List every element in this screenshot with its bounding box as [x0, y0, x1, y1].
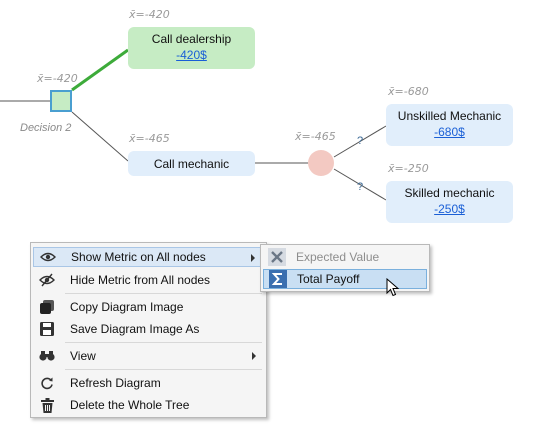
- edge-call-dealership: [71, 48, 129, 92]
- submenu-item-expected-value[interactable]: Expected Value: [263, 247, 427, 267]
- skilled-value[interactable]: -250$: [434, 201, 465, 217]
- submenu-arrow-icon: [252, 352, 256, 360]
- binoculars-icon: [36, 346, 58, 366]
- menu-item-label: Hide Metric from All nodes: [70, 273, 211, 287]
- call-mechanic-node[interactable]: Call mechanic: [128, 151, 255, 176]
- call-dealership-metric: x̄=-420: [129, 8, 170, 21]
- unskilled-title: Unskilled Mechanic: [397, 109, 502, 123]
- call-dealership-value[interactable]: -420$: [176, 47, 207, 63]
- unskilled-probability[interactable]: ?: [357, 135, 363, 147]
- submenu-item-label: Total Payoff: [297, 272, 360, 286]
- skilled-probability[interactable]: ?: [357, 181, 363, 193]
- chance-node[interactable]: [308, 150, 334, 176]
- edge-call-mechanic: [71, 111, 129, 162]
- menu-item-label: View: [70, 349, 96, 363]
- eye-icon: [37, 247, 59, 267]
- unskilled-mechanic-node[interactable]: Unskilled Mechanic -680$: [386, 104, 513, 146]
- menu-item-view[interactable]: View: [33, 346, 264, 366]
- menu-item-delete-tree[interactable]: Delete the Whole Tree: [33, 395, 264, 415]
- refresh-icon: [36, 373, 58, 393]
- menu-separator: [65, 342, 262, 343]
- menu-item-hide-metric[interactable]: Hide Metric from All nodes: [33, 270, 264, 290]
- menu-item-label: Copy Diagram Image: [70, 300, 184, 314]
- decision-metric: x̄=-420: [37, 72, 78, 85]
- menu-item-label: Show Metric on All nodes: [71, 250, 206, 264]
- menu-separator: [65, 369, 262, 370]
- call-dealership-title: Call dealership: [151, 32, 232, 46]
- skilled-metric: x̄=-250: [388, 162, 429, 175]
- eye-slash-icon: [36, 270, 58, 290]
- metric-submenu: Expected Value Total Payoff: [260, 244, 430, 292]
- submenu-item-label: Expected Value: [296, 250, 380, 264]
- call-dealership-node[interactable]: Call dealership -420$: [128, 27, 255, 69]
- call-mechanic-metric: x̄=-465: [129, 132, 170, 145]
- close-x-icon: [266, 247, 288, 267]
- context-menu: Show Metric on All nodes Hide Metric fro…: [30, 242, 267, 418]
- menu-item-copy-image[interactable]: Copy Diagram Image: [33, 297, 264, 317]
- mouse-cursor-icon: [386, 278, 400, 297]
- decision-label: Decision 2: [20, 122, 72, 134]
- submenu-item-total-payoff[interactable]: Total Payoff: [263, 269, 427, 289]
- menu-item-label: Refresh Diagram: [70, 376, 161, 390]
- floppy-disk-icon: [36, 319, 58, 339]
- unskilled-metric: x̄=-680: [388, 85, 429, 98]
- sigma-icon: [267, 269, 289, 289]
- chance-metric: x̄=-465: [295, 130, 336, 143]
- menu-item-refresh[interactable]: Refresh Diagram: [33, 373, 264, 393]
- submenu-arrow-icon: [251, 254, 255, 262]
- skilled-mechanic-node[interactable]: Skilled mechanic -250$: [386, 181, 513, 223]
- trash-icon: [36, 395, 58, 415]
- menu-item-show-metric[interactable]: Show Metric on All nodes: [33, 247, 264, 267]
- menu-separator: [65, 293, 262, 294]
- menu-item-save-image[interactable]: Save Diagram Image As: [33, 319, 264, 339]
- unskilled-value[interactable]: -680$: [434, 124, 465, 140]
- call-mechanic-title: Call mechanic: [153, 157, 230, 171]
- decision-node[interactable]: [50, 90, 72, 112]
- skilled-title: Skilled mechanic: [404, 186, 495, 200]
- menu-item-label: Delete the Whole Tree: [70, 398, 190, 412]
- copy-icon: [36, 297, 58, 317]
- menu-item-label: Save Diagram Image As: [70, 322, 200, 336]
